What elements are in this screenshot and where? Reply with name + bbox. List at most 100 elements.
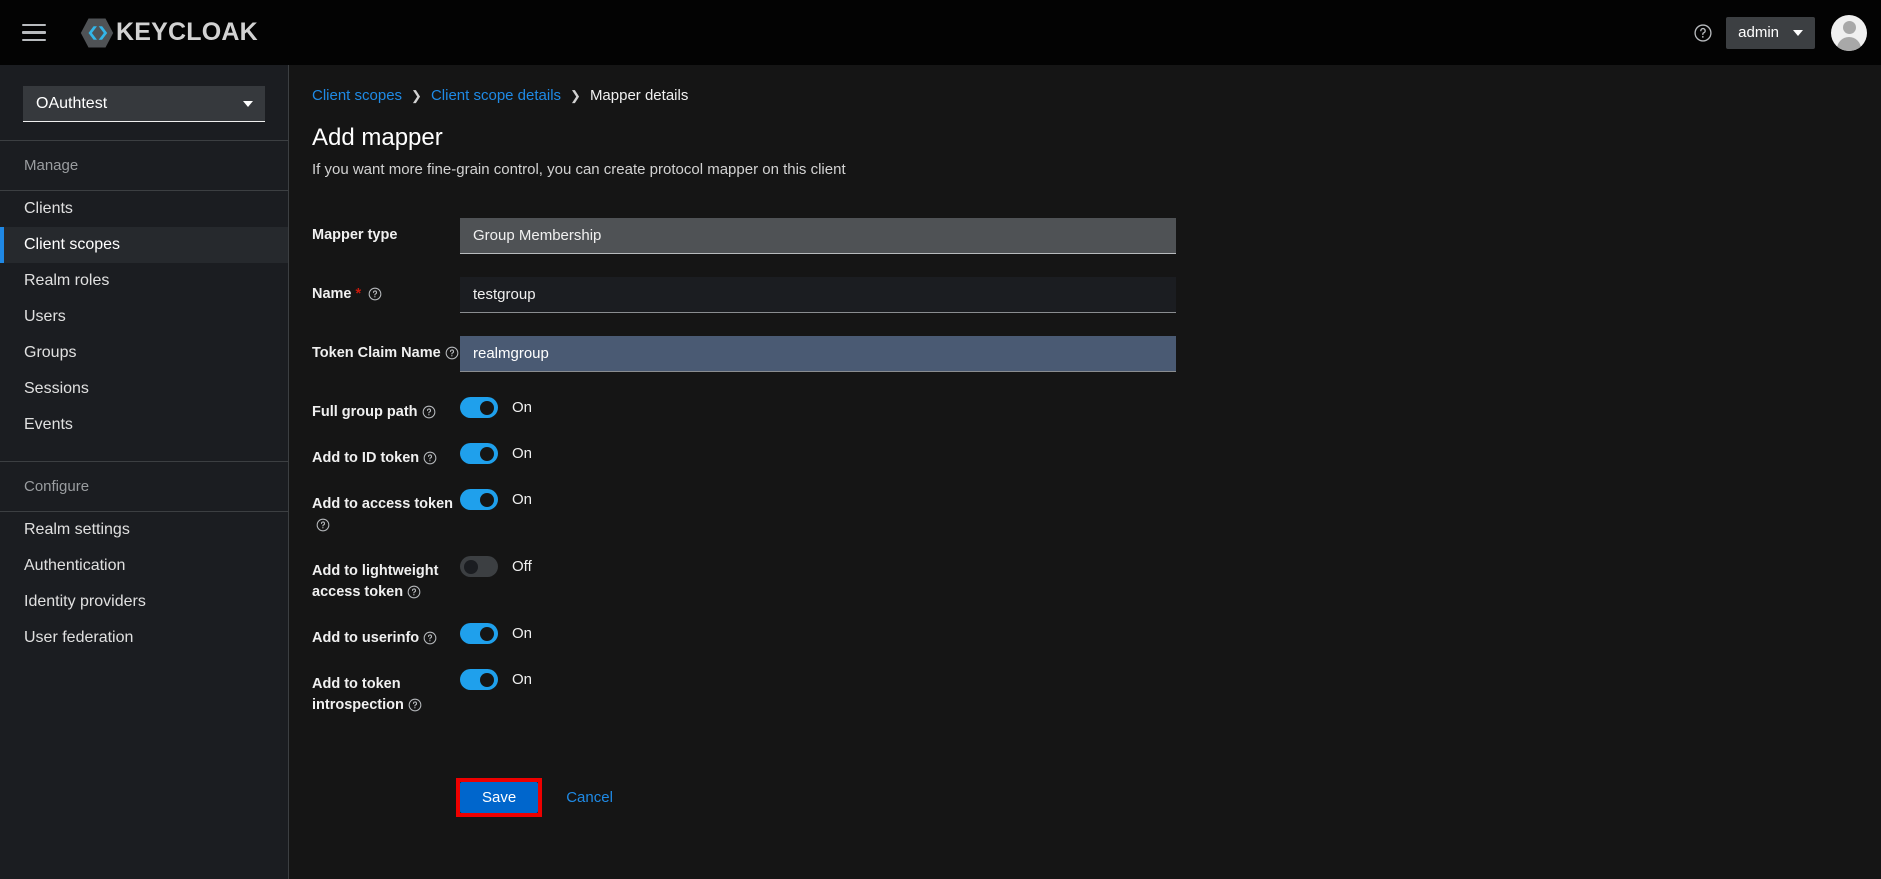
hamburger-icon[interactable] <box>12 11 56 55</box>
page-subtitle: If you want more fine-grain control, you… <box>312 161 846 178</box>
field-label-text: Name <box>312 286 352 302</box>
sidebar-item-client-scopes[interactable]: Client scopes <box>0 227 288 263</box>
breadcrumb-item-client-scopes[interactable]: Client scopes <box>312 87 402 104</box>
form-row-mapper-type: Mapper type <box>312 218 1881 254</box>
sidebar-item-groups[interactable]: Groups <box>0 335 288 371</box>
save-button[interactable]: Save <box>460 782 539 813</box>
toggle-full-group-path[interactable] <box>460 397 498 418</box>
masthead: KEYCLOAK admin <box>0 0 1881 65</box>
sidebar-item-identity-providers[interactable]: Identity providers <box>0 584 288 620</box>
mapper-type-input[interactable] <box>460 218 1176 254</box>
help-circle-icon[interactable] <box>368 287 382 301</box>
field-label-token-claim-name: Token Claim Name <box>312 336 460 364</box>
avatar[interactable] <box>1831 14 1867 51</box>
keycloak-hex-icon <box>80 18 114 47</box>
realm-selector[interactable]: OAuthtest <box>23 86 265 122</box>
sidebar-item-label: Realm roles <box>24 272 110 289</box>
help-circle-icon[interactable] <box>445 346 459 360</box>
sidebar-item-realm-roles[interactable]: Realm roles <box>0 263 288 299</box>
toggle-add-to-id-token[interactable] <box>460 443 498 464</box>
sidebar-item-label: Authentication <box>24 557 126 574</box>
field-label-mapper-type: Mapper type <box>312 218 460 246</box>
sidebar-item-label: Groups <box>24 344 77 361</box>
sidebar-item-realm-settings[interactable]: Realm settings <box>0 512 288 548</box>
toggle-state-label: On <box>512 445 533 462</box>
sidebar-item-label: Realm settings <box>24 521 130 538</box>
field-label-text: Full group path <box>312 404 418 420</box>
sidebar-item-clients[interactable]: Clients <box>0 191 288 227</box>
nav-section-configure-header: Configure <box>0 461 288 512</box>
sidebar-item-label: Users <box>24 308 66 325</box>
breadcrumb-separator-icon: ❯ <box>570 87 581 103</box>
toggle-add-to-lightweight-access-token[interactable] <box>460 556 498 577</box>
help-circle-icon[interactable] <box>407 585 421 599</box>
field-label-add-to-lightweight-access-token: Add to lightweight access token <box>312 554 460 603</box>
sidebar-item-authentication[interactable]: Authentication <box>0 548 288 584</box>
brand-name: KEYCLOAK <box>116 18 258 46</box>
toggle-state-label: Off <box>512 558 532 575</box>
field-label-add-to-id-token: Add to ID token <box>312 441 460 469</box>
breadcrumb: Client scopes ❯ Client scope details ❯ M… <box>290 65 1881 104</box>
toggle-control-add-to-lightweight-access-token: Off <box>460 554 532 577</box>
field-label-add-to-access-token: Add to access token <box>312 487 460 536</box>
form-row-add-to-userinfo: Add to userinfo On <box>312 621 1881 649</box>
form-row-full-group-path: Full group path On <box>312 395 1881 423</box>
field-label-text: Add to userinfo <box>312 630 420 646</box>
field-label-name: Name * <box>312 277 460 305</box>
toggle-knob <box>480 400 494 415</box>
realm-selector-wrapper: OAuthtest <box>0 65 288 122</box>
hamburger-bar <box>22 23 46 27</box>
toggle-state-label: On <box>512 671 533 688</box>
nav-section-manage-header: Manage <box>0 140 288 191</box>
toggle-state-label: On <box>512 399 533 416</box>
user-menu-label: admin <box>1738 24 1779 41</box>
form-actions: Save Cancel <box>312 734 1881 817</box>
toggle-control-add-to-token-introspection: On <box>460 667 532 690</box>
sidebar-item-label: Sessions <box>24 380 89 397</box>
breadcrumb-item-client-scope-details[interactable]: Client scope details <box>431 87 561 104</box>
field-label-full-group-path: Full group path <box>312 395 460 423</box>
field-label-add-to-token-introspection: Add to token introspection <box>312 667 460 716</box>
breadcrumb-separator-icon: ❯ <box>411 87 422 103</box>
sidebar-item-user-federation[interactable]: User federation <box>0 620 288 656</box>
hamburger-bar <box>22 31 46 34</box>
help-circle-icon[interactable] <box>408 698 422 712</box>
masthead-actions: admin <box>1684 14 1881 52</box>
toggle-knob <box>480 626 494 641</box>
field-control-mapper-type <box>460 218 1176 254</box>
cancel-button[interactable]: Cancel <box>566 789 613 806</box>
save-button-highlight: Save <box>455 778 543 817</box>
toggle-control-add-to-id-token: On <box>460 441 532 464</box>
sidebar-item-label: Client scopes <box>24 236 121 253</box>
toggle-add-to-userinfo[interactable] <box>460 623 498 644</box>
sidebar-item-events[interactable]: Events <box>0 407 288 443</box>
toggle-add-to-token-introspection[interactable] <box>460 669 498 690</box>
sidebar-item-sessions[interactable]: Sessions <box>0 371 288 407</box>
form-row-name: Name * <box>312 277 1881 313</box>
chevron-down-icon <box>1793 29 1803 36</box>
field-label-add-to-userinfo: Add to userinfo <box>312 621 460 649</box>
help-circle-glyph <box>1694 23 1712 42</box>
token-claim-name-input[interactable] <box>460 336 1176 372</box>
help-circle-icon[interactable] <box>316 518 330 532</box>
brand-logo[interactable]: KEYCLOAK <box>80 16 258 50</box>
help-circle-icon[interactable] <box>423 631 437 645</box>
name-input[interactable] <box>460 277 1176 313</box>
breadcrumb-item-mapper-details: Mapper details <box>589 87 689 104</box>
user-menu-button[interactable]: admin <box>1726 16 1815 49</box>
toggle-add-to-access-token[interactable] <box>460 489 498 510</box>
sidebar: OAuthtest Manage Clients Client scopes R… <box>0 65 289 879</box>
toggle-knob <box>480 446 494 461</box>
help-circle-icon[interactable] <box>423 451 437 465</box>
help-circle-icon[interactable] <box>1684 14 1722 52</box>
sidebar-item-users[interactable]: Users <box>0 299 288 335</box>
chevron-down-icon <box>243 100 253 107</box>
toggle-state-label: On <box>512 491 533 508</box>
field-label-text: Add to access token <box>312 496 454 512</box>
help-circle-icon[interactable] <box>422 405 436 419</box>
form-row-add-to-access-token: Add to access token On <box>312 487 1881 536</box>
nav-group-label-configure: Configure <box>24 478 90 495</box>
required-asterisk: * <box>355 286 362 302</box>
toggle-control-add-to-access-token: On <box>460 487 532 510</box>
sidebar-item-label: Clients <box>24 200 73 217</box>
